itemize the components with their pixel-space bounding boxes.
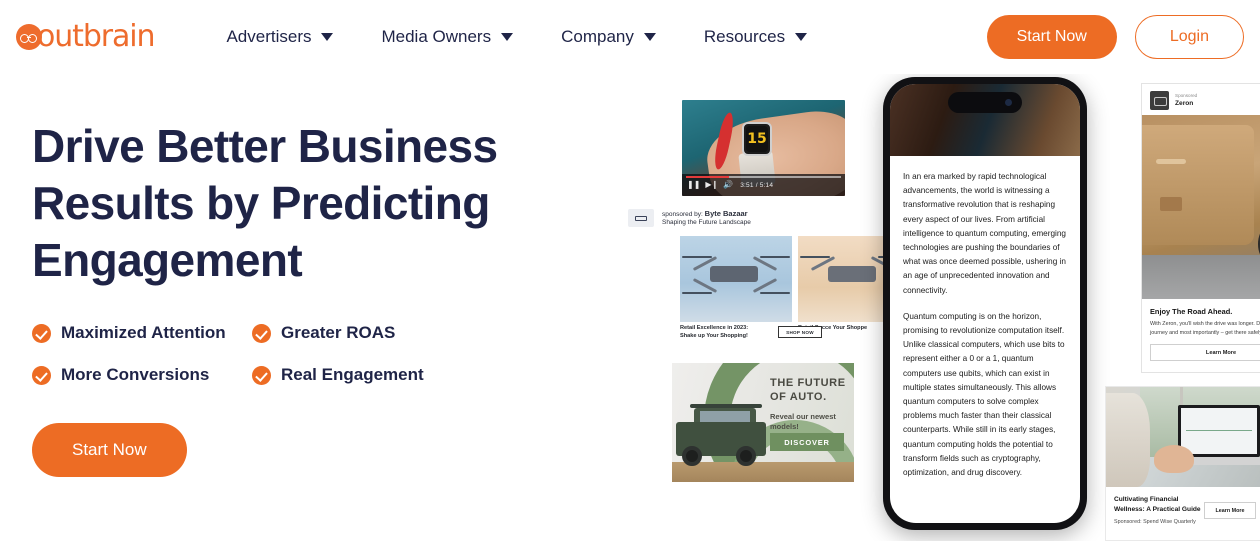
- auto-headline-line1: THE FUTURE: [770, 377, 846, 389]
- nav-item-resources[interactable]: Resources: [680, 19, 831, 55]
- product-card-title: Retail Excellence in 2023: Shake up Your…: [680, 325, 749, 340]
- benefits-list: Maximized Attention Greater ROAS More Co…: [32, 323, 552, 385]
- benefit-label: More Conversions: [61, 365, 210, 384]
- login-button[interactable]: Login: [1134, 15, 1244, 59]
- hero-copy: Drive Better Business Results by Predict…: [32, 118, 552, 477]
- chevron-down-icon: [501, 33, 514, 41]
- learn-more-button[interactable]: Learn More: [1204, 502, 1256, 519]
- ad-header: Sponsored Zeron: [1142, 84, 1260, 115]
- advertiser-logo-icon: [628, 209, 654, 227]
- chevron-down-icon: [795, 33, 808, 41]
- auto-ad-copy: THE FUTURE OF AUTO. Reveal our newest mo…: [770, 377, 850, 432]
- ad-headline: Cultivating Financial Wellness: A Practi…: [1114, 496, 1201, 513]
- hero-collage: 15 ❚❚ ▶❙ 🔊 3:51 / 5:14 sponsored by: Byt…: [592, 64, 1260, 541]
- watch-face-number: 15: [746, 126, 768, 152]
- phone-mockup: In an era marked by rapid technological …: [883, 77, 1087, 530]
- benefit-item: Real Engagement: [252, 365, 552, 385]
- advertiser-name: Zeron: [1175, 100, 1194, 108]
- nav-item-company[interactable]: Company: [537, 19, 680, 55]
- auto-headline-line2: OF AUTO.: [770, 390, 827, 403]
- discover-button[interactable]: DISCOVER: [770, 433, 844, 451]
- logo-wordmark: outbrain: [37, 19, 156, 54]
- auto-ad-banner[interactable]: THE FUTURE OF AUTO. Reveal our newest mo…: [672, 363, 854, 482]
- sponsored-byline[interactable]: sponsored by: Byte Bazaar Shaping the Fu…: [628, 205, 850, 231]
- smartwatch: 15: [742, 122, 772, 156]
- video-progress-bar[interactable]: [686, 176, 841, 178]
- hero-start-now-button[interactable]: Start Now: [32, 423, 187, 477]
- learn-more-button[interactable]: Learn More: [1150, 344, 1260, 362]
- ad-description: With Zeron, you'll wish the drive was lo…: [1150, 321, 1260, 336]
- main-nav: Advertisers Media Owners Company Resourc…: [202, 19, 831, 55]
- check-circle-icon: [32, 365, 51, 385]
- header-start-now-button[interactable]: Start Now: [986, 15, 1117, 59]
- benefit-label: Real Engagement: [281, 365, 424, 384]
- nav-label-resources: Resources: [703, 27, 786, 46]
- benefit-item: Greater ROAS: [252, 323, 552, 343]
- video-timestamp: 3:51 / 5:14: [740, 181, 774, 189]
- benefit-label: Maximized Attention: [61, 323, 226, 342]
- article-paragraph: Quantum computing is on the horizon, pro…: [903, 311, 1065, 478]
- phone-screen: In an era marked by rapid technological …: [890, 84, 1080, 523]
- sponsored-brand: Byte Bazaar: [704, 208, 748, 218]
- check-circle-icon: [252, 323, 271, 343]
- shop-now-button[interactable]: SHOP NOW: [778, 326, 822, 338]
- article-paragraph: In an era marked by rapid technological …: [903, 172, 1066, 295]
- auto-subhead: Reveal our newest models!: [770, 411, 836, 431]
- finance-ad-card[interactable]: Cultivating Financial Wellness: A Practi…: [1105, 386, 1260, 541]
- check-circle-icon: [252, 365, 271, 385]
- chevron-down-icon: [321, 33, 334, 41]
- ad-headline: Enjoy The Road Ahead.: [1150, 307, 1233, 316]
- chevron-down-icon: [643, 33, 656, 41]
- article-body: In an era marked by rapid technological …: [890, 156, 1080, 492]
- benefit-label: Greater ROAS: [281, 323, 396, 342]
- header-actions: Start Now Login: [986, 15, 1244, 59]
- nav-label-media-owners: Media Owners: [381, 27, 492, 46]
- outbrain-mark-icon: [16, 24, 42, 50]
- volume-icon[interactable]: 🔊: [723, 181, 733, 189]
- advertiser-avatar: [1150, 91, 1169, 110]
- next-icon[interactable]: ▶❙: [705, 181, 718, 189]
- video-ad-card[interactable]: 15 ❚❚ ▶❙ 🔊 3:51 / 5:14: [682, 100, 845, 196]
- dynamic-island: [948, 92, 1022, 113]
- site-header: outbrain Advertisers Media Owners Compan…: [0, 0, 1260, 74]
- laptop-photo: [1106, 387, 1260, 487]
- video-controls[interactable]: ❚❚ ▶❙ 🔊 3:51 / 5:14: [682, 174, 845, 196]
- sponsored-prefix: sponsored by:: [662, 210, 703, 218]
- benefit-item: Maximized Attention: [32, 323, 252, 343]
- outbrain-logo[interactable]: outbrain: [16, 19, 156, 54]
- product-card-image[interactable]: [680, 236, 792, 322]
- car-photo: [1142, 115, 1260, 299]
- nav-item-media-owners[interactable]: Media Owners: [357, 19, 537, 55]
- landing-page: outbrain Advertisers Media Owners Compan…: [0, 0, 1260, 541]
- nav-label-advertisers: Advertisers: [226, 27, 312, 46]
- nav-label-company: Company: [561, 27, 634, 46]
- suv-photo: [674, 404, 770, 468]
- product-card-caption: Retail Excellence in 2023: Shake up Your…: [680, 322, 792, 348]
- zeron-ad-card[interactable]: Sponsored Zeron Enjoy The Road Ahead. Wi…: [1141, 83, 1260, 373]
- benefit-item: More Conversions: [32, 365, 252, 385]
- pause-icon[interactable]: ❚❚: [687, 181, 700, 189]
- check-circle-icon: [32, 323, 51, 343]
- nav-item-advertisers[interactable]: Advertisers: [202, 19, 357, 55]
- sponsored-tagline: Shaping the Future Landscape: [662, 219, 751, 226]
- page-title: Drive Better Business Results by Predict…: [32, 120, 498, 286]
